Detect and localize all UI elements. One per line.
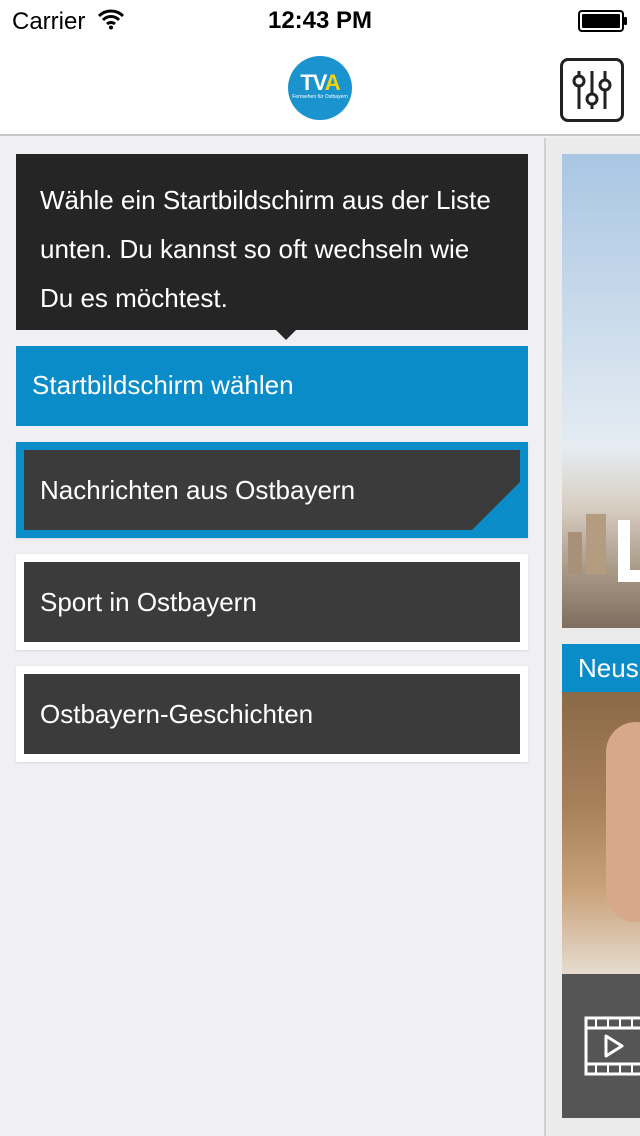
hero-tower <box>586 514 606 574</box>
menu-item-tile: Ostbayern-Geschichten <box>24 674 520 754</box>
menu-item-sport[interactable]: Sport in Ostbayern <box>16 554 528 650</box>
news-header: Neus <box>562 644 640 692</box>
section-header-title: Startbildschirm wählen <box>32 370 294 400</box>
menu-item-label: Sport in Ostbayern <box>40 587 257 617</box>
sliders-icon <box>572 71 612 109</box>
hero-image[interactable] <box>562 154 640 628</box>
selected-corner-mark <box>472 482 520 530</box>
tva-logo[interactable]: TVA Fernsehen für Ostbayern <box>288 56 352 120</box>
menu-item-geschichten[interactable]: Ostbayern-Geschichten <box>16 666 528 762</box>
menu-item-nachrichten[interactable]: Nachrichten aus Ostbayern <box>16 442 528 538</box>
content-peek[interactable]: Neus <box>544 138 640 1136</box>
news-header-title: Neus <box>578 653 639 683</box>
video-icon <box>584 1016 640 1076</box>
settings-button[interactable] <box>560 58 624 122</box>
news-image-person <box>606 722 640 922</box>
status-bar: Carrier 12:43 PM <box>0 0 640 40</box>
start-screen-menu: Wähle ein Startbildschirm aus der Liste … <box>0 138 544 1136</box>
menu-item-tile: Nachrichten aus Ostbayern <box>24 450 520 530</box>
logo-text: TVA <box>300 70 340 95</box>
section-header: Startbildschirm wählen <box>16 346 528 426</box>
hint-tooltip: Wähle ein Startbildschirm aus der Liste … <box>16 154 528 340</box>
menu-item-tile: Sport in Ostbayern <box>24 562 520 642</box>
hint-text: Wähle ein Startbildschirm aus der Liste … <box>40 185 491 313</box>
hero-title-letter <box>618 520 640 582</box>
logo-subtitle: Fernsehen für Ostbayern <box>292 94 348 100</box>
hero-tower-small <box>568 532 582 574</box>
video-tile[interactable] <box>562 974 640 1118</box>
clock: 12:43 PM <box>267 7 373 34</box>
battery-icon <box>578 10 627 32</box>
nav-bar: TVA Fernsehen für Ostbayern <box>0 40 640 136</box>
tooltip-arrow <box>276 330 296 340</box>
menu-item-label: Nachrichten aus Ostbayern <box>40 475 356 505</box>
news-image[interactable] <box>562 692 640 974</box>
menu-item-label: Ostbayern-Geschichten <box>40 699 314 729</box>
